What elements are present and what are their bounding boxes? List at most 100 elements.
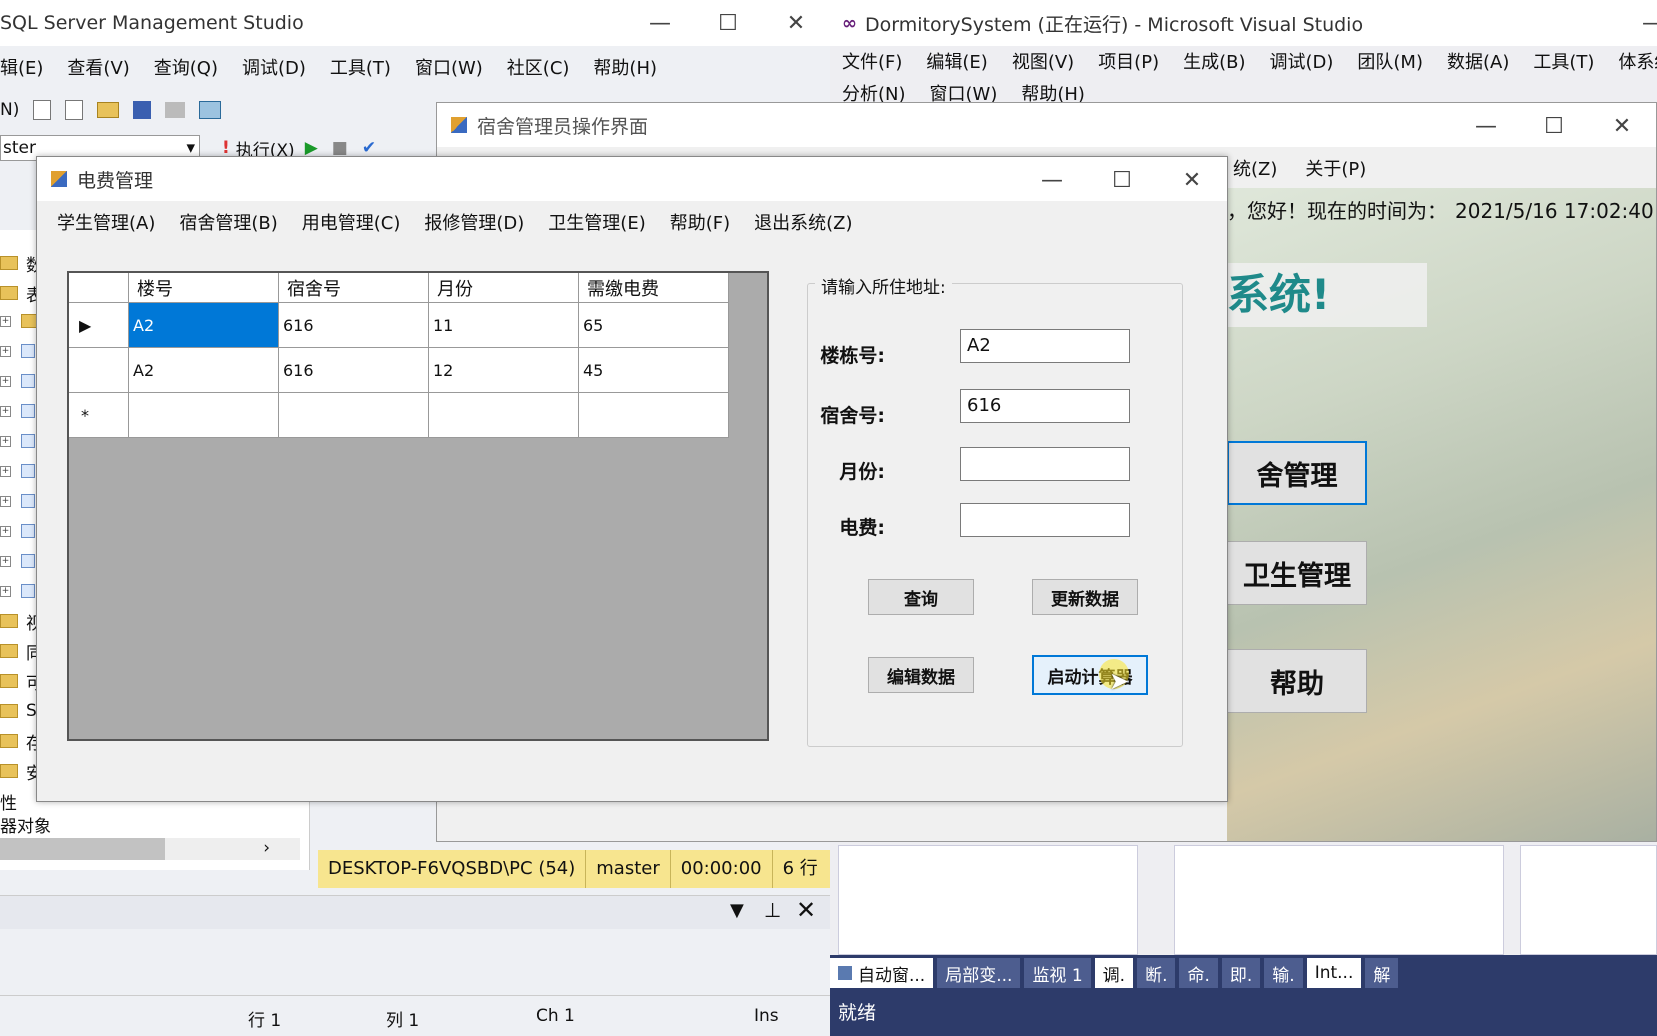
expand-icon[interactable]: + xyxy=(0,435,11,447)
minimize-icon[interactable]: — xyxy=(1619,0,1657,46)
new-file-icon[interactable] xyxy=(33,100,52,120)
grid-cell-new[interactable] xyxy=(429,393,579,438)
query-button[interactable]: 查询 xyxy=(868,579,974,615)
column-header-fee[interactable]: 需缴电费 xyxy=(579,273,729,303)
vs-menu-debug[interactable]: 调试(D) xyxy=(1258,48,1346,74)
ssms-menu-debug[interactable]: 调试(D) xyxy=(230,54,318,80)
dorm-manage-button[interactable]: 舍管理 xyxy=(1227,441,1367,505)
grid-cell-new[interactable] xyxy=(279,393,429,438)
ssms-menu-tools[interactable]: 工具(T) xyxy=(318,54,403,80)
copy-icon[interactable] xyxy=(65,100,84,120)
tree-table-row[interactable]: + xyxy=(0,366,41,396)
close-icon[interactable]: ✕ xyxy=(796,896,816,924)
menu-hygiene-manage[interactable]: 卫生管理(E) xyxy=(536,209,657,235)
grid-cell[interactable]: 65 xyxy=(579,303,729,348)
maximize-icon[interactable]: ☐ xyxy=(1520,103,1588,149)
horizontal-scrollbar[interactable]: › xyxy=(0,838,300,860)
grid-cell[interactable]: A2 xyxy=(129,348,279,393)
expand-icon[interactable]: + xyxy=(0,405,11,417)
maximize-icon[interactable]: ☐ xyxy=(1087,157,1157,203)
vs-menu-team[interactable]: 团队(M) xyxy=(1345,48,1435,74)
tree-table-row[interactable]: + xyxy=(0,396,41,426)
tab-solution[interactable]: 解 xyxy=(1365,958,1399,988)
tab-output[interactable]: 输. xyxy=(1264,958,1303,988)
expand-icon[interactable]: + xyxy=(0,495,11,507)
grid-cell[interactable]: 45 xyxy=(579,348,729,393)
tab-immediate[interactable]: 即. xyxy=(1221,958,1261,988)
menu-student-manage[interactable]: 学生管理(A) xyxy=(45,209,167,235)
close-icon[interactable]: ✕ xyxy=(762,0,830,46)
edit-data-button[interactable]: 编辑数据 xyxy=(868,657,974,693)
expand-icon[interactable]: + xyxy=(0,585,11,597)
expand-icon[interactable]: + xyxy=(0,465,11,477)
tree-item[interactable]: 器对象 xyxy=(0,814,51,835)
fee-input[interactable] xyxy=(960,503,1130,537)
grid-cell[interactable]: 616 xyxy=(279,303,429,348)
tree-table-row[interactable]: + xyxy=(0,546,41,576)
launch-calculator-button[interactable]: 启动计算器 xyxy=(1032,655,1148,695)
tree-table-row[interactable]: + xyxy=(0,426,41,456)
dropdown-icon[interactable]: ▼ xyxy=(730,900,744,921)
vs-menu-build[interactable]: 生成(B) xyxy=(1171,48,1257,74)
grid-cell-new[interactable] xyxy=(579,393,729,438)
room-input[interactable]: 616 xyxy=(960,389,1130,423)
tab-command[interactable]: 命. xyxy=(1179,958,1218,988)
ssms-menu-help[interactable]: 帮助(H) xyxy=(581,54,669,80)
ssms-menu-view[interactable]: 查看(V) xyxy=(55,54,141,80)
debug-play-icon[interactable]: ▶ xyxy=(305,138,318,158)
grid-cell-new[interactable] xyxy=(129,393,279,438)
save-icon[interactable] xyxy=(133,101,152,119)
grid-cell[interactable]: A2 xyxy=(129,303,279,348)
dorm-menu-system[interactable]: 统(Z) xyxy=(1221,155,1289,181)
vs-menu-edit[interactable]: 编辑(E) xyxy=(914,48,999,74)
ssms-menu-community[interactable]: 社区(C) xyxy=(495,54,582,80)
pin-icon[interactable]: ⊥ xyxy=(764,898,781,922)
maximize-icon[interactable]: ☐ xyxy=(694,0,762,46)
chevron-right-icon[interactable]: › xyxy=(263,838,270,858)
scrollbar-thumb[interactable] xyxy=(0,838,165,860)
month-input[interactable] xyxy=(960,447,1130,481)
open-folder-icon[interactable] xyxy=(97,102,120,118)
expand-icon[interactable]: + xyxy=(0,555,11,567)
menu-exit-system[interactable]: 退出系统(Z) xyxy=(742,209,864,235)
tree-table-row[interactable]: + xyxy=(0,576,41,606)
tree-item[interactable]: 性 xyxy=(0,786,17,816)
close-icon[interactable]: ✕ xyxy=(1588,103,1656,149)
tab-intellitrace[interactable]: Int... xyxy=(1306,958,1362,988)
minimize-icon[interactable]: — xyxy=(626,0,694,46)
expand-icon[interactable]: + xyxy=(0,375,11,387)
tab-call-stack[interactable]: 调. xyxy=(1094,958,1134,988)
vs-menu-tools[interactable]: 工具(T) xyxy=(1521,48,1606,74)
column-header-month[interactable]: 月份 xyxy=(429,273,579,303)
dorm-menu-about[interactable]: 关于(P) xyxy=(1289,155,1378,181)
vs-menu-architecture[interactable]: 体系结构(C xyxy=(1606,48,1657,74)
vs-menu-project[interactable]: 项目(P) xyxy=(1086,48,1171,74)
tree-table-row[interactable]: + xyxy=(0,486,41,516)
minimize-icon[interactable]: — xyxy=(1017,157,1087,203)
row-header-new[interactable]: * xyxy=(69,393,129,438)
menu-dorm-manage[interactable]: 宿舍管理(B) xyxy=(167,209,289,235)
menu-help[interactable]: 帮助(F) xyxy=(658,209,742,235)
building-input[interactable]: A2 xyxy=(960,329,1130,363)
grid-cell[interactable]: 11 xyxy=(429,303,579,348)
vs-menu-data[interactable]: 数据(A) xyxy=(1435,48,1521,74)
image-icon[interactable] xyxy=(199,101,222,119)
tab-breakpoints[interactable]: 断. xyxy=(1137,958,1176,988)
vs-menu-view[interactable]: 视图(V) xyxy=(1000,48,1086,74)
hygiene-manage-button[interactable]: 卫生管理 xyxy=(1227,541,1367,605)
toolbar-new-query[interactable]: N) xyxy=(0,100,19,120)
fee-data-grid[interactable]: 楼号 宿舍号 月份 需缴电费 ▶ A2 616 11 65 A2 616 12 … xyxy=(67,271,769,741)
print-icon[interactable] xyxy=(165,102,186,118)
column-header-room[interactable]: 宿舍号 xyxy=(279,273,429,303)
tree-table-row[interactable]: + xyxy=(0,456,41,486)
tab-autos[interactable]: 自动窗... xyxy=(830,958,934,988)
row-header[interactable] xyxy=(69,348,129,393)
ssms-menu-window[interactable]: 窗口(W) xyxy=(403,54,495,80)
tab-locals[interactable]: 局部变... xyxy=(937,958,1021,988)
update-data-button[interactable]: 更新数据 xyxy=(1032,579,1138,615)
tree-table-row[interactable]: + xyxy=(0,516,41,546)
vs-menu-file[interactable]: 文件(F) xyxy=(830,48,914,74)
tree-table-row[interactable]: + xyxy=(0,336,41,366)
row-header-current[interactable]: ▶ xyxy=(69,303,129,348)
menu-repair-manage[interactable]: 报修管理(D) xyxy=(412,209,536,235)
